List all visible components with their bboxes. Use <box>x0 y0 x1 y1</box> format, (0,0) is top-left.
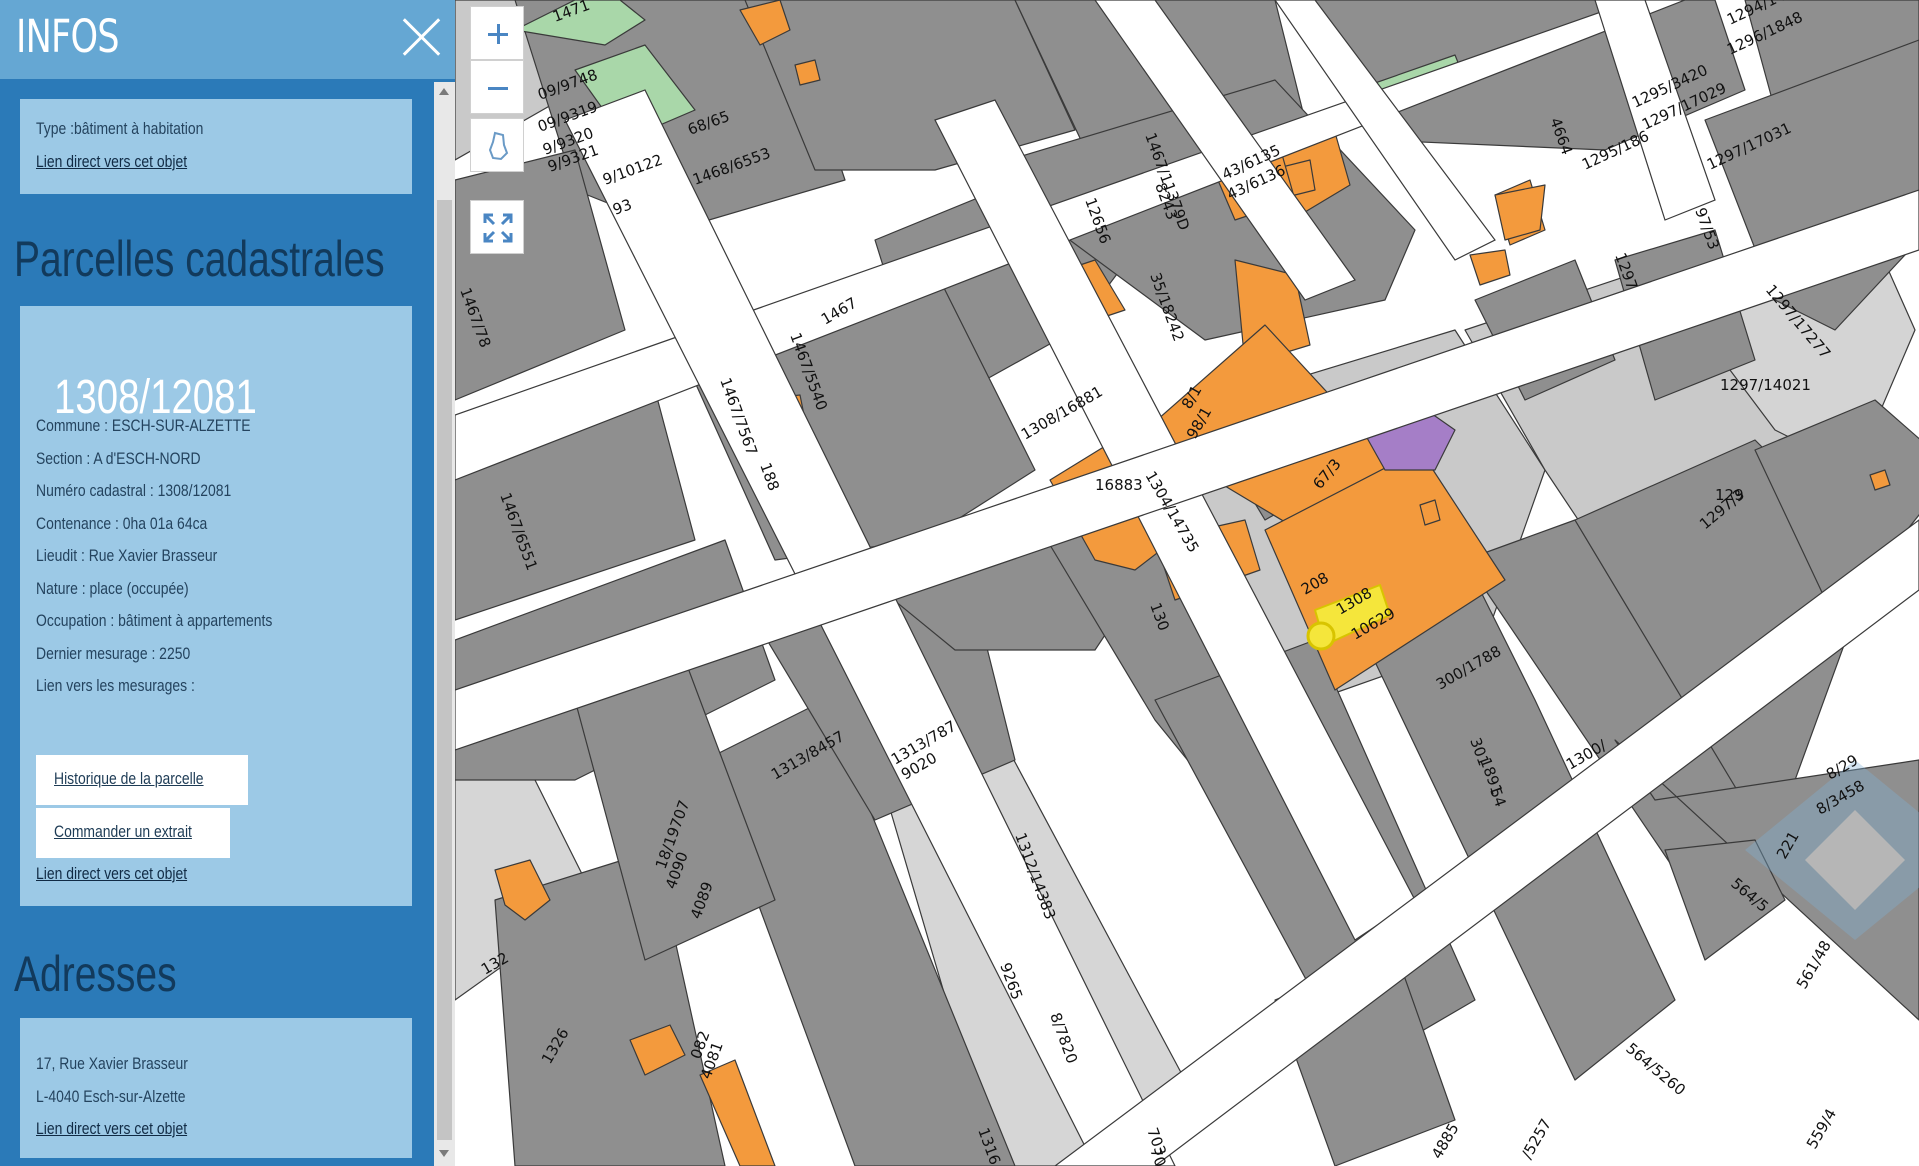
map-label: 559/4 <box>1803 1106 1840 1152</box>
cadastral-map[interactable]: 1471 09/9748 09/9319 9/9320 9/9321 68/65… <box>455 0 1919 1166</box>
info-sidebar: INFOS Type :bâtiment à habitation Lien d… <box>0 0 455 1166</box>
parcel-numero: Numéro cadastral : 1308/12081 <box>36 481 232 500</box>
map-canvas[interactable]: 1471 09/9748 09/9319 9/9320 9/9321 68/65… <box>455 0 1919 1166</box>
order-extract-button[interactable]: Commander un extrait <box>36 808 230 858</box>
scroll-down-arrow-icon[interactable] <box>439 1150 449 1157</box>
map-label: 129 <box>1715 486 1744 504</box>
scroll-up-arrow-icon[interactable] <box>439 88 449 95</box>
sidebar-header: INFOS <box>0 0 455 79</box>
addresses-title: Adresses <box>14 946 177 1002</box>
sidebar-scroll-thumb[interactable] <box>437 200 452 1140</box>
parcel-panel: 1308/12081 Commune : ESCH-SUR-ALZETTE Se… <box>20 306 412 906</box>
highlight-building <box>1469 249 1511 286</box>
address-line-2: L-4040 Esch-sur-Alzette <box>36 1087 186 1106</box>
parcel-measures-label: Lien vers les mesurages : <box>36 676 195 695</box>
object-type: Type :bâtiment à habitation <box>36 119 204 138</box>
country-extent-button[interactable] <box>470 118 524 172</box>
map-label: /5257 <box>1518 1116 1555 1162</box>
luxembourg-outline-icon <box>488 131 509 161</box>
order-extract-label: Commander un extrait <box>54 822 192 841</box>
map-label: 1297/14021 <box>1720 376 1811 394</box>
parcels-title: Parcelles cadastrales <box>14 231 385 287</box>
object-direct-link[interactable]: Lien direct vers cet objet <box>36 152 187 172</box>
close-icon[interactable] <box>398 14 444 60</box>
zoom-in-button[interactable] <box>470 6 524 60</box>
parcel-nature: Nature : place (occupée) <box>36 579 189 598</box>
highlight-building <box>794 59 821 86</box>
fullscreen-button[interactable] <box>470 200 524 254</box>
address-panel: 17, Rue Xavier Brasseur L-4040 Esch-sur-… <box>20 1018 412 1158</box>
map-label: 564/5260 <box>1622 1039 1689 1099</box>
parcel-contenance: Contenance : 0ha 01a 64ca <box>36 514 208 533</box>
zoom-out-button[interactable] <box>470 60 524 114</box>
parcel-commune: Commune : ESCH-SUR-ALZETTE <box>36 416 251 435</box>
expand-arrows-icon <box>483 213 513 243</box>
parcel-lieudit: Lieudit : Rue Xavier Brasseur <box>36 546 218 565</box>
parcel-occupation: Occupation : bâtiment à appartements <box>36 611 273 630</box>
parcel-direct-link[interactable]: Lien direct vers cet objet <box>36 864 187 884</box>
parcel-last-measure: Dernier mesurage : 2250 <box>36 644 191 663</box>
history-button[interactable]: Historique de la parcelle <box>36 755 248 805</box>
address-line-1: 17, Rue Xavier Brasseur <box>36 1054 188 1073</box>
object-panel: Type :bâtiment à habitation Lien direct … <box>20 99 412 194</box>
selection-marker-icon <box>1306 621 1336 651</box>
map-label: 561/48 <box>1793 937 1835 992</box>
history-button-label: Historique de la parcelle <box>54 769 204 788</box>
address-direct-link[interactable]: Lien direct vers cet objet <box>36 1119 187 1139</box>
sidebar-title: INFOS <box>16 10 120 63</box>
parcel-section: Section : A d'ESCH-NORD <box>36 449 201 468</box>
map-label: 16883 <box>1095 476 1143 494</box>
